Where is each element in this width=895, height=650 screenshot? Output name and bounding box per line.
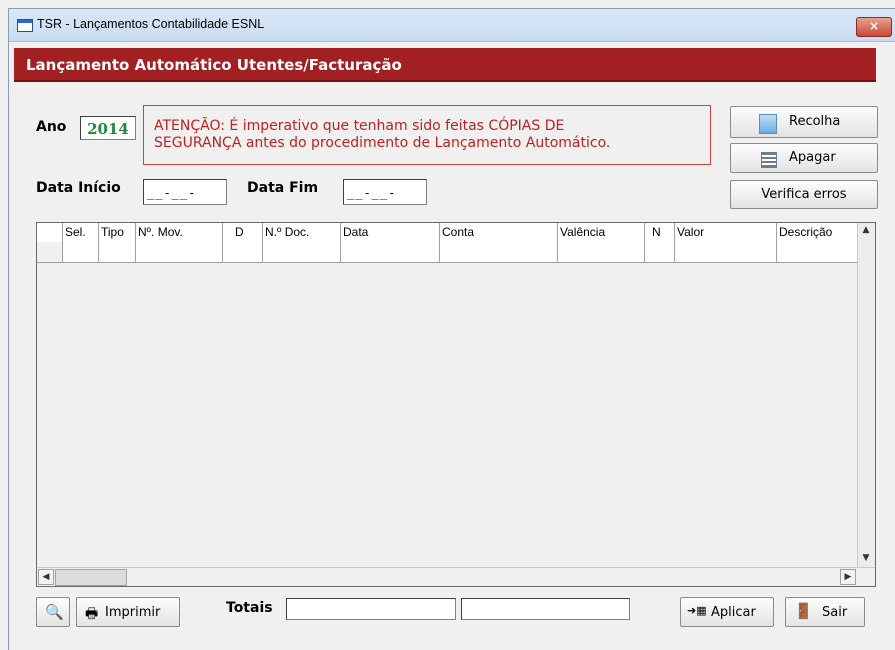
grid-col-tipo[interactable]: Tipo [99,223,136,242]
list-icon [761,152,777,168]
table-cell[interactable] [558,242,645,262]
table-cell[interactable] [63,242,99,262]
warning-box: ATENÇÃO: É imperativo que tenham sido fe… [143,105,711,165]
warning-line-1: ATENÇÃO: É imperativo que tenham sido fe… [154,118,565,134]
scroll-up-arrow-icon[interactable]: ▲ [858,223,874,239]
ano-label: Ano [36,119,67,135]
close-button[interactable]: × [856,17,892,37]
grid-col-num-doc[interactable]: N.º Doc. [263,223,341,242]
grid-col-descricao[interactable]: Descrição [777,223,859,242]
preview-button[interactable]: 🔍 [36,597,70,627]
grid-col-n[interactable]: N [645,223,675,242]
totais-label: Totais [226,600,273,616]
app-icon [17,19,33,32]
data-fim-input[interactable]: __-__-____ [343,179,427,226]
printer-icon: 🖶 [85,606,99,622]
horizontal-scrollbar[interactable]: ◀ ▶ [37,567,875,586]
grid-col-rowhead [37,223,63,242]
table-cell[interactable] [777,242,859,262]
table-cell[interactable] [263,242,341,262]
totais-field-2 [461,598,630,620]
apagar-label: Apagar [789,150,836,165]
data-fim-label: Data Fim [247,180,319,196]
magnifier-icon: 🔍 [45,603,64,621]
warning-line-2: SEGURANÇA antes do procedimento de Lança… [154,135,611,151]
grid-col-valor[interactable]: Valor [675,223,777,242]
grid-col-num-mov[interactable]: Nº. Mov. [136,223,223,242]
table-cell[interactable] [341,242,440,262]
aplicar-label: Aplicar [711,605,756,620]
apply-arrow-icon: ➜▦ [687,604,707,617]
ano-input[interactable]: 2014 [80,116,136,140]
scroll-down-arrow-icon[interactable]: ▼ [858,551,874,567]
grid-col-valencia[interactable]: Valência [558,223,645,242]
totais-field-1 [286,598,456,620]
scroll-right-arrow-icon[interactable]: ▶ [840,569,856,585]
recolha-button[interactable]: Recolha [730,106,878,138]
table-row[interactable] [37,242,859,263]
page-title: Lançamento Automático Utentes/Facturação [14,48,876,82]
horizontal-scroll-thumb[interactable] [55,569,127,586]
data-inicio-input[interactable]: __-__-____ [143,179,227,226]
verifica-erros-button[interactable]: Verifica erros [730,180,878,209]
imprimir-button[interactable]: 🖶 Imprimir [76,597,180,627]
exit-door-icon: 🚪 [794,602,813,620]
vertical-scrollbar[interactable]: ▲ ▼ [857,223,875,568]
row-header-cell [37,242,63,262]
grid-col-d[interactable]: D [223,223,263,242]
table-cell[interactable] [675,242,777,262]
scroll-left-arrow-icon[interactable]: ◀ [38,569,54,585]
apagar-button[interactable]: Apagar [730,143,878,173]
table-cell[interactable] [99,242,136,262]
aplicar-button[interactable]: ➜▦ Aplicar [680,597,774,627]
grid-col-sel[interactable]: Sel. [63,223,99,242]
sair-label: Sair [822,605,848,620]
close-icon: × [868,19,880,33]
window-title: TSR - Lançamentos Contabilidade ESNL [37,17,265,31]
grid-col-data[interactable]: Data [341,223,440,242]
recolha-label: Recolha [789,114,841,129]
grid-col-conta[interactable]: Conta [440,223,558,242]
grid-header: Sel. Tipo Nº. Mov. D N.º Doc. Data Conta… [37,223,859,243]
imprimir-label: Imprimir [105,605,161,620]
table-cell[interactable] [645,242,675,262]
table-cell[interactable] [223,242,263,262]
document-icon [759,114,777,134]
data-inicio-label: Data Início [36,180,121,196]
title-bar: TSR - Lançamentos Contabilidade ESNL × [9,9,895,42]
table-cell[interactable] [136,242,223,262]
sair-button[interactable]: 🚪 Sair [785,597,865,627]
entries-grid[interactable]: Sel. Tipo Nº. Mov. D N.º Doc. Data Conta… [36,222,876,587]
table-cell[interactable] [440,242,558,262]
